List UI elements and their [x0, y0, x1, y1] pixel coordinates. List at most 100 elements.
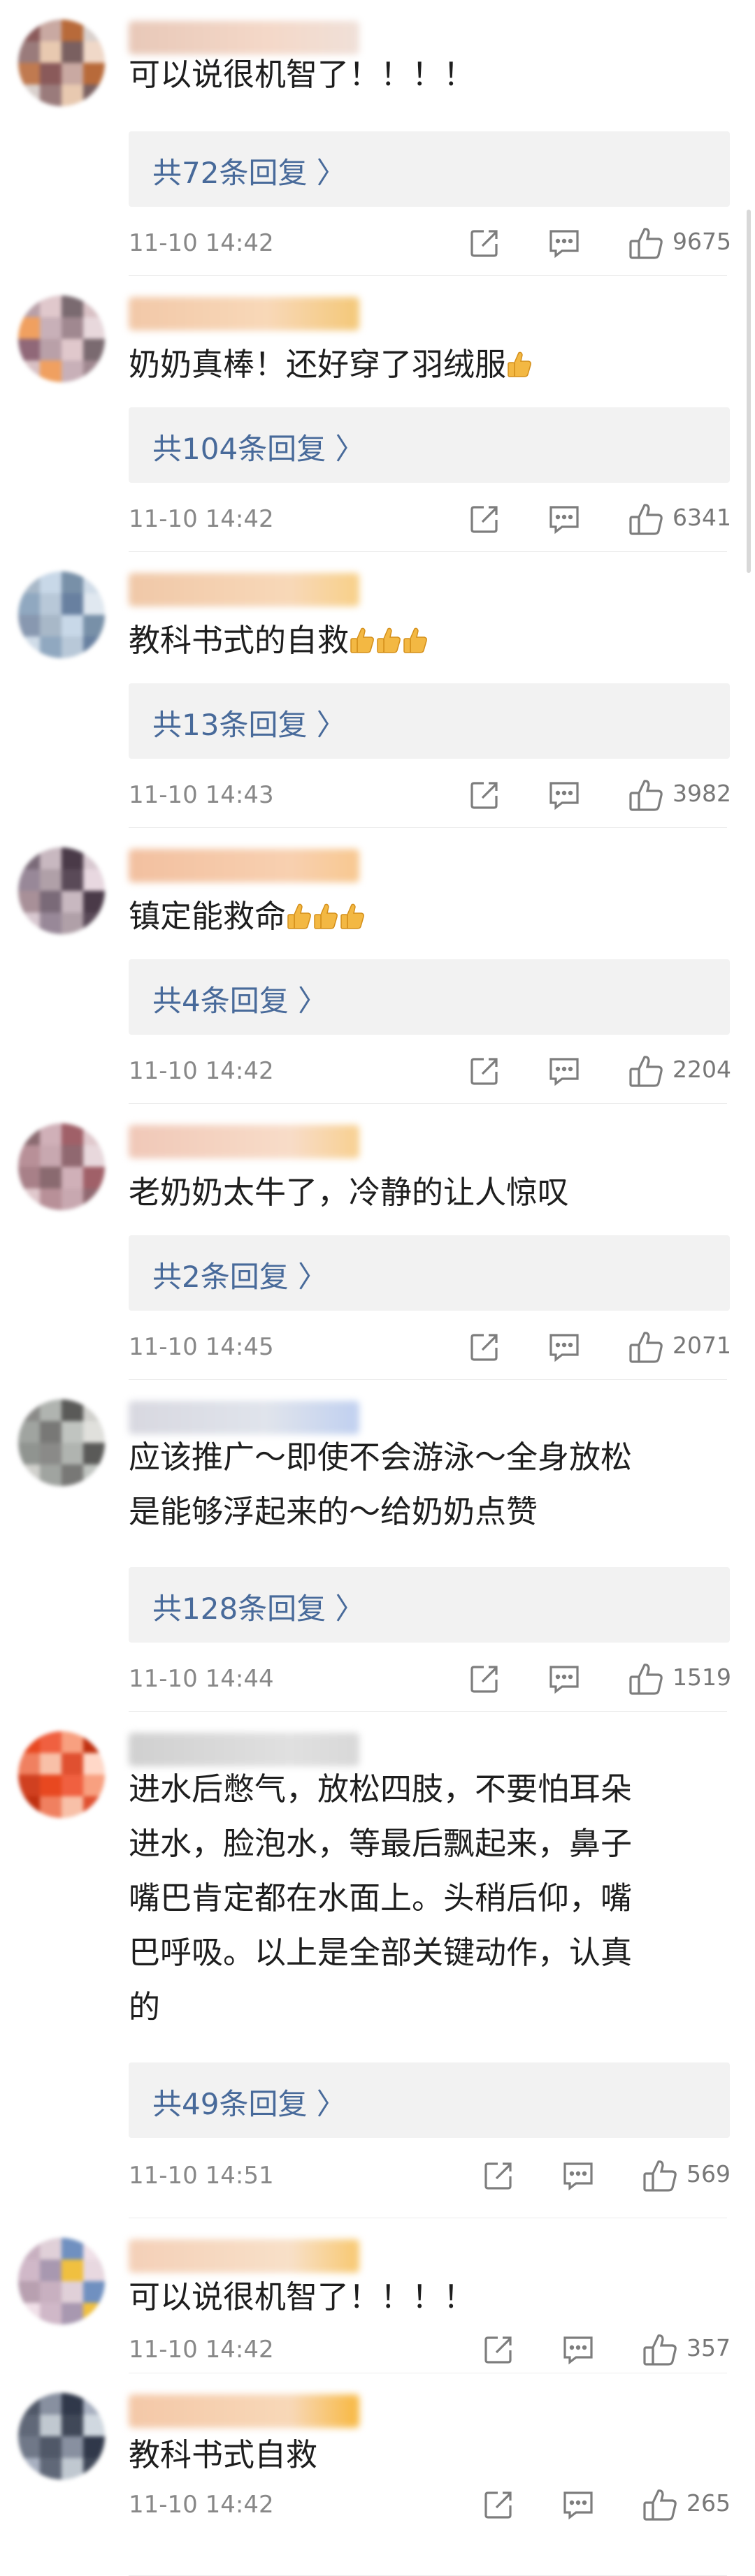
avatar[interactable] [18, 1399, 105, 1486]
thumbs-up-emoji [287, 903, 311, 929]
comment-text: 可以说很机智了！！！！ [129, 48, 723, 102]
avatar[interactable] [18, 1731, 105, 1818]
username-blurred[interactable] [129, 1733, 359, 1766]
share-icon[interactable] [468, 1659, 501, 1698]
thumbs-up-emoji [314, 903, 338, 929]
comment-text: 进水后憋气，放松四肢，不要怕耳朵 进水，脸泡水，等最后飘起来，鼻子 嘴巴肯定都在… [129, 1762, 723, 2035]
thumbs-up-emoji [508, 351, 531, 377]
timestamp: 11-10 14:42 [129, 1057, 274, 1085]
comment-text: 老奶奶太牛了，冷静的让人惊叹 [129, 1165, 723, 1220]
thumbs-up-icon[interactable] [642, 2330, 678, 2369]
username-blurred[interactable] [129, 1125, 359, 1158]
comment-meta-row: 11-10 14:43 3982 [129, 776, 731, 817]
thumbs-up-icon[interactable] [628, 1327, 664, 1367]
thumbs-up-emoji [350, 627, 374, 653]
comment-text-content: 进水后憋气，放松四肢，不要怕耳朵 进水，脸泡水，等最后飘起来，鼻子 嘴巴肯定都在… [129, 1770, 633, 2025]
comment-icon[interactable] [561, 2156, 596, 2195]
like-count: 9675 [673, 228, 731, 255]
scrollbar[interactable] [747, 210, 751, 573]
share-icon[interactable] [468, 500, 501, 539]
comment-item: 可以说很机智了！！！！ 共72条回复 〉 11-10 14:42 9675 [0, 0, 755, 276]
share-icon[interactable] [482, 2330, 515, 2369]
comment-icon[interactable] [561, 2330, 596, 2369]
share-icon[interactable] [468, 1051, 501, 1091]
comment-item: 奶奶真棒！还好穿了羽绒服 共104条回复 〉 11-10 14:42 6341 [0, 276, 755, 552]
reply-count-label: 共72条回复 〉 [152, 156, 346, 190]
comment-item: 教科书式自救 11-10 14:42 265 [0, 2373, 755, 2576]
share-icon[interactable] [468, 224, 501, 263]
view-replies-button[interactable]: 共4条回复 〉 [129, 959, 730, 1035]
like-count: 6341 [673, 504, 731, 531]
view-replies-button[interactable]: 共128条回复 〉 [129, 1567, 730, 1643]
thumbs-up-icon[interactable] [628, 224, 664, 263]
thumbs-up-icon[interactable] [642, 2156, 678, 2195]
reply-count-label: 共4条回复 〉 [152, 984, 328, 1018]
avatar[interactable] [18, 2393, 105, 2480]
view-replies-button[interactable]: 共13条回复 〉 [129, 683, 730, 759]
reply-count-label: 共104条回复 〉 [152, 432, 365, 466]
share-icon[interactable] [482, 2156, 515, 2195]
comment-meta-row: 11-10 14:42 357 [129, 2330, 731, 2372]
thumbs-up-emoji [340, 903, 364, 929]
comment-icon[interactable] [547, 1051, 582, 1091]
comment-meta-row: 11-10 14:42 9675 [129, 224, 731, 265]
comment-text-content: 教科书式自救 [129, 2436, 318, 2473]
timestamp: 11-10 14:44 [129, 1665, 274, 1693]
reply-count-label: 共49条回复 〉 [152, 2087, 346, 2121]
like-count: 2204 [673, 1056, 731, 1083]
timestamp: 11-10 14:51 [129, 2162, 274, 2190]
comment-item: 教科书式的自救共13条回复 〉 11-10 14:43 3982 [0, 552, 755, 828]
avatar[interactable] [18, 1123, 105, 1210]
username-blurred[interactable] [129, 849, 359, 882]
comment-icon[interactable] [547, 500, 582, 539]
comment-icon[interactable] [547, 1659, 582, 1698]
comment-text: 教科书式的自救 [129, 613, 723, 668]
view-replies-button[interactable]: 共104条回复 〉 [129, 407, 730, 483]
timestamp: 11-10 14:45 [129, 1333, 274, 1361]
comment-text: 教科书式自救 [129, 2428, 723, 2482]
timestamp: 11-10 14:42 [129, 2336, 274, 2364]
comment-text-content: 老奶奶太牛了，冷静的让人惊叹 [129, 1174, 570, 1211]
comment-item: 镇定能救命共4条回复 〉 11-10 14:42 2204 [0, 828, 755, 1104]
share-icon[interactable] [468, 1327, 501, 1367]
comment-text: 可以说很机智了！！！！ [129, 2270, 723, 2324]
thumbs-up-icon[interactable] [628, 500, 664, 539]
comment-text-content: 镇定能救命 [129, 898, 287, 935]
avatar[interactable] [18, 20, 105, 106]
avatar[interactable] [18, 2238, 105, 2324]
comment-icon[interactable] [547, 1327, 582, 1367]
thumbs-up-emoji [377, 627, 401, 653]
username-blurred[interactable] [129, 2394, 359, 2428]
comment-meta-row: 11-10 14:51 569 [129, 2156, 731, 2198]
view-replies-button[interactable]: 共2条回复 〉 [129, 1235, 730, 1311]
comment-meta-row: 11-10 14:45 2071 [129, 1327, 731, 1369]
comment-text-content: 教科书式的自救 [129, 622, 350, 659]
thumbs-up-icon[interactable] [642, 2485, 678, 2524]
view-replies-button[interactable]: 共72条回复 〉 [129, 131, 730, 207]
thumbs-up-icon[interactable] [628, 776, 664, 815]
thumbs-up-icon[interactable] [628, 1051, 664, 1091]
reply-count-label: 共13条回复 〉 [152, 708, 346, 742]
reply-count-label: 共2条回复 〉 [152, 1260, 328, 1294]
comment-item: 老奶奶太牛了，冷静的让人惊叹共2条回复 〉 11-10 14:45 2071 [0, 1104, 755, 1380]
comment-icon[interactable] [561, 2485, 596, 2524]
share-icon[interactable] [468, 776, 501, 815]
comment-text-content: 可以说很机智了！！！！ [129, 2278, 475, 2315]
comment-icon[interactable] [547, 224, 582, 263]
username-blurred[interactable] [129, 1401, 359, 1434]
username-blurred[interactable] [129, 297, 359, 330]
thumbs-up-icon[interactable] [628, 1659, 664, 1698]
comment-icon[interactable] [547, 776, 582, 815]
comment-text: 镇定能救命 [129, 889, 723, 944]
username-blurred[interactable] [129, 573, 359, 606]
comment-item: 可以说很机智了！！！！ 11-10 14:42 357 [0, 2218, 755, 2373]
avatar[interactable] [18, 296, 105, 382]
timestamp: 11-10 14:42 [129, 2491, 274, 2519]
share-icon[interactable] [482, 2485, 515, 2524]
like-count: 3982 [673, 780, 731, 807]
avatar[interactable] [18, 572, 105, 658]
view-replies-button[interactable]: 共49条回复 〉 [129, 2062, 730, 2138]
comment-item: 进水后憋气，放松四肢，不要怕耳朵 进水，脸泡水，等最后飘起来，鼻子 嘴巴肯定都在… [0, 1712, 755, 2218]
username-blurred[interactable] [129, 2239, 359, 2273]
avatar[interactable] [18, 847, 105, 934]
